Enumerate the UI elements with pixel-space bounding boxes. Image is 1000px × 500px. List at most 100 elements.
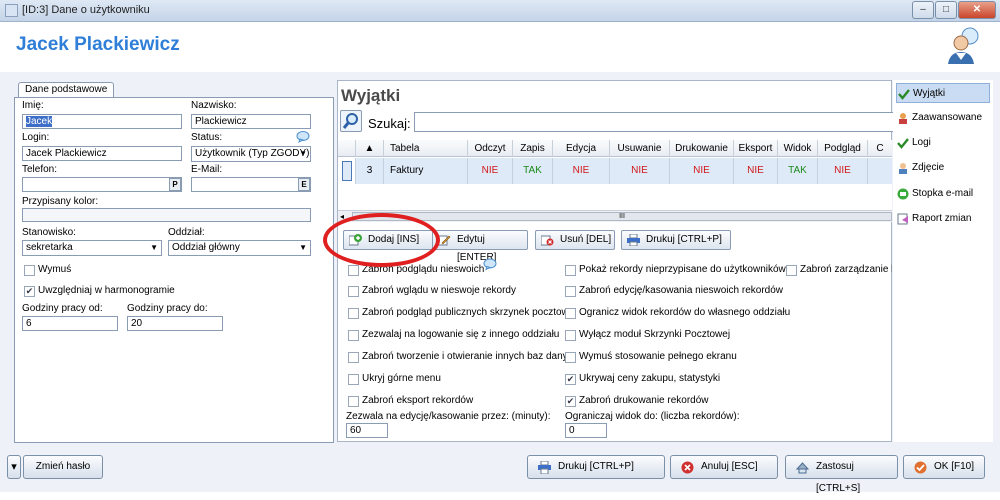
status-select[interactable]: Użytkownik (Typ ZGODY) ▼ xyxy=(191,146,311,162)
apply-button[interactable]: Zastosuj [CTRL+S] xyxy=(785,455,898,494)
check-podglad-nieswoich[interactable] xyxy=(348,265,359,276)
cell-widok[interactable]: TAK xyxy=(778,158,818,184)
edit-minutes-field[interactable]: 60 xyxy=(346,423,388,438)
check-inne-bazy-label: Zabroń tworzenie i otwieranie innych baz… xyxy=(362,351,566,362)
options-dropdown-button[interactable]: ▾ xyxy=(7,455,21,479)
window-titlebar[interactable]: [ID:3] Dane o użytkowniku – □ ✕ xyxy=(0,0,1000,22)
search-label: Szukaj: xyxy=(368,116,411,131)
cell-usuwanie[interactable]: NIE xyxy=(610,158,670,184)
grid-row-indicator-header xyxy=(338,140,356,157)
check-edycja-nieswoich[interactable] xyxy=(565,286,576,297)
check-wylacz-skrzynki[interactable] xyxy=(565,330,576,341)
chevron-down-icon: ▼ xyxy=(299,149,307,158)
limit-field[interactable]: 0 xyxy=(565,423,607,438)
print-button[interactable]: Drukuj [CTRL+P] xyxy=(527,455,665,479)
godz-od-field[interactable]: 6 xyxy=(22,316,118,331)
check-pelny-ekran[interactable] xyxy=(565,352,576,363)
row-indicator[interactable] xyxy=(338,158,356,184)
login-field[interactable]: Jacek Plackiewicz xyxy=(22,146,182,161)
tab-dane-podstawowe[interactable]: Dane podstawowe xyxy=(18,82,115,98)
edit-button[interactable]: Edytuj [ENTER] xyxy=(432,230,528,263)
cancel-button[interactable]: Anuluj [ESC] xyxy=(670,455,778,479)
check-ukryj-menu[interactable] xyxy=(348,374,359,385)
cell-id[interactable]: 3 xyxy=(356,158,384,184)
harmonogram-checkbox[interactable]: ✔ xyxy=(24,286,35,297)
check-wglad-nieswoje-label: Zabroń wglądu w nieswoje rekordy xyxy=(362,285,516,296)
cell-odczyt[interactable]: NIE xyxy=(468,158,513,184)
sidebar-item-label: Stopka e-mail xyxy=(912,188,974,199)
imie-field[interactable]: Jacek xyxy=(22,114,182,129)
column-header-usuwanie[interactable]: Usuwanie xyxy=(610,140,670,157)
harmonogram-label: Uwzględniaj w harmonogramie xyxy=(38,285,175,296)
email-field[interactable] xyxy=(191,177,311,192)
app-icon xyxy=(5,4,18,17)
speech-bubble-icon[interactable] xyxy=(483,258,497,271)
column-header-widok[interactable]: Widok xyxy=(778,140,818,157)
stanowisko-select[interactable]: sekretarka ▼ xyxy=(22,240,162,256)
minimize-button[interactable]: – xyxy=(912,1,934,19)
delete-button-label: Usuń [DEL] xyxy=(560,234,612,245)
sidebar-item-zdjecie[interactable]: Zdjęcie xyxy=(896,158,990,178)
sidebar-item-raport[interactable]: Raport zmian xyxy=(896,209,990,229)
cell-c[interactable] xyxy=(868,158,892,184)
sidebar-item-label: Raport zmian xyxy=(912,213,972,224)
godz-od-label: Godziny pracy od: xyxy=(22,303,103,314)
check-ukryj-ceny-label: Ukrywaj ceny zakupu, statystyki xyxy=(579,373,721,384)
printer-icon xyxy=(538,461,551,474)
column-header-c[interactable]: C xyxy=(868,140,892,157)
sidebar-item-stopka[interactable]: Stopka e-mail xyxy=(896,184,990,204)
delete-button[interactable]: Usuń [DEL] xyxy=(535,230,615,250)
cell-zapis[interactable]: TAK xyxy=(513,158,553,184)
column-header-odczyt[interactable]: Odczyt xyxy=(468,140,513,157)
check-logowanie-oddzial[interactable] xyxy=(348,330,359,341)
cell-edycja[interactable]: NIE xyxy=(553,158,610,184)
search-input[interactable] xyxy=(414,112,894,132)
sidebar-item-logi[interactable]: Logi xyxy=(896,133,990,153)
search-button[interactable] xyxy=(340,110,362,132)
apply-icon xyxy=(796,462,809,474)
cell-eksport[interactable]: NIE xyxy=(734,158,778,184)
color-picker-field[interactable] xyxy=(22,208,311,222)
check-ukryj-ceny[interactable]: ✔ xyxy=(565,374,576,385)
check-eksport[interactable] xyxy=(348,396,359,407)
close-button[interactable]: ✕ xyxy=(958,1,996,19)
check-ogranicz-oddzial[interactable] xyxy=(565,308,576,319)
godz-do-field[interactable]: 20 xyxy=(127,316,223,331)
telefon-action-button[interactable]: P xyxy=(169,178,181,191)
check-podglad-skrzynek[interactable] xyxy=(348,308,359,319)
grid-sort-header[interactable]: ▲ xyxy=(356,140,384,157)
print-grid-button[interactable]: Drukuj [CTRL+P] xyxy=(621,230,731,250)
maximize-button[interactable]: □ xyxy=(935,1,957,19)
chevron-down-icon: ▼ xyxy=(299,243,307,252)
speech-bubble-icon[interactable] xyxy=(296,131,310,143)
email-action-button[interactable]: E xyxy=(298,178,310,191)
godz-do-label: Godziny pracy do: xyxy=(127,303,208,314)
cell-drukowanie[interactable]: NIE xyxy=(670,158,734,184)
check-pokaz-nieprzypisane[interactable] xyxy=(565,265,576,276)
ok-button[interactable]: OK [F10] xyxy=(903,455,985,479)
check-inne-bazy[interactable] xyxy=(348,352,359,363)
delete-icon xyxy=(541,235,554,246)
column-header-zapis[interactable]: Zapis xyxy=(513,140,553,157)
column-header-tabela[interactable]: Tabela xyxy=(384,140,468,157)
telefon-field[interactable] xyxy=(22,177,182,192)
check-zarzadzanie-kat[interactable] xyxy=(786,265,797,276)
apply-button-label: Zastosuj [CTRL+S] xyxy=(816,461,861,494)
check-drukowanie[interactable]: ✔ xyxy=(565,396,576,407)
user-name-heading: Jacek Plackiewicz xyxy=(16,34,180,55)
nazwisko-field[interactable]: Plackiewicz xyxy=(191,114,311,129)
column-header-drukowanie[interactable]: Drukowanie xyxy=(670,140,734,157)
scroll-thumb[interactable]: III xyxy=(352,212,892,221)
oddzial-select[interactable]: Oddział główny ▼ xyxy=(168,240,311,256)
column-header-podglad[interactable]: Podgląd xyxy=(818,140,868,157)
check-ukryj-menu-label: Ukryj górne menu xyxy=(362,373,441,384)
cell-tabela[interactable]: Faktury xyxy=(384,158,468,184)
column-header-eksport[interactable]: Eksport xyxy=(734,140,778,157)
wymus-checkbox[interactable] xyxy=(24,265,35,276)
cell-podglad[interactable]: NIE xyxy=(818,158,868,184)
change-password-button[interactable]: Zmień hasło xyxy=(23,455,103,479)
sidebar-item-zaawansowane[interactable]: Zaawansowane xyxy=(896,108,990,128)
check-wglad-nieswoje[interactable] xyxy=(348,286,359,297)
column-header-edycja[interactable]: Edycja xyxy=(553,140,610,157)
sidebar-item-wyjatki[interactable]: Wyjątki xyxy=(896,83,990,103)
